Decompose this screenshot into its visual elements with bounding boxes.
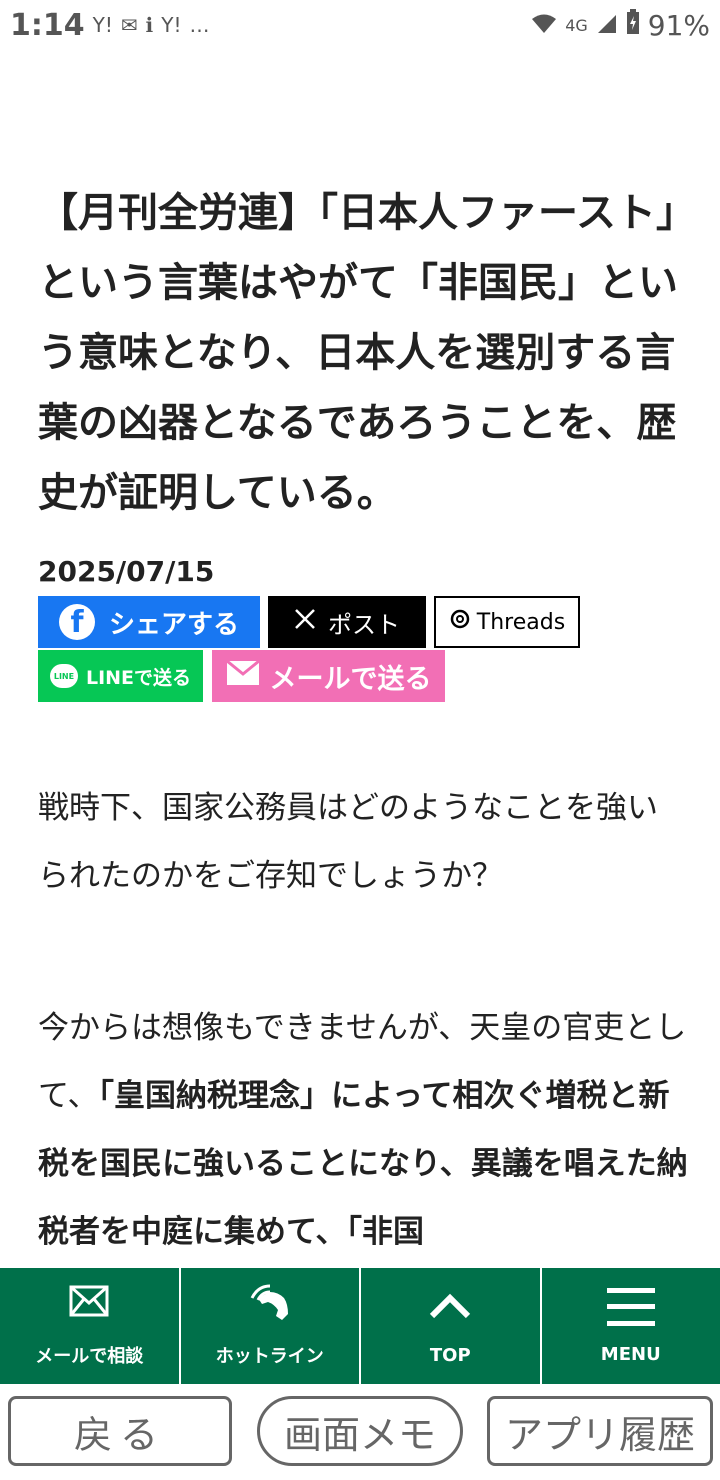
battery-level: 91%	[647, 8, 710, 42]
article-title: 【月刊全労連】「日本人ファースト」という言葉はやがて「非国民」という意味となり、…	[38, 190, 678, 516]
yahoo-icon: Y!	[161, 13, 182, 37]
signal-icon	[596, 9, 618, 42]
article-paragraph-1: 戦時下、国家公務員はどのようなことを強いられたのかをご存知でしょうか？	[38, 790, 658, 894]
line-share-button[interactable]: LINE LINEで送る	[38, 650, 203, 702]
nav-hotline[interactable]: ホットライン	[181, 1268, 361, 1384]
x-icon	[294, 608, 316, 636]
status-bar: 1:14 Y! ✉ ℹ Y! … 4G 91%	[0, 0, 720, 50]
nav-menu-label: MENU	[600, 1343, 661, 1365]
envelope-icon	[225, 659, 260, 693]
nav-top[interactable]: TOP	[361, 1268, 542, 1384]
status-left: 1:14 Y! ✉ ℹ Y! …	[10, 8, 209, 43]
chevron-up-icon	[429, 1287, 471, 1327]
threads-share-button[interactable]: Threads	[434, 596, 580, 648]
article-paragraph-2: 今からは想像もできませんが、天皇の官吏として、「皇国納税理念」によって相次ぐ増税…	[38, 994, 688, 1266]
threads-icon	[449, 608, 471, 636]
bottom-navigation: メールで相談 ホットライン TOP MENU	[0, 1268, 720, 1384]
nav-menu[interactable]: MENU	[542, 1268, 720, 1384]
browser-toolbar: 戻る 画面メモ アプリ履歴	[0, 1386, 720, 1480]
facebook-share-button[interactable]: f シェアする	[38, 596, 260, 648]
threads-label: Threads	[476, 609, 566, 635]
status-right: 4G 91%	[531, 8, 710, 42]
nav-top-label: TOP	[429, 1344, 471, 1366]
facebook-share-label: シェアする	[108, 609, 239, 640]
network-type: 4G	[565, 15, 588, 35]
phone-icon	[248, 1284, 292, 1324]
notification-icons: Y! ✉ ℹ Y! …	[93, 13, 210, 37]
info-icon: ℹ	[145, 13, 154, 37]
x-post-button[interactable]: ポスト	[268, 596, 426, 648]
facebook-icon: f	[58, 604, 95, 640]
paragraph-2-bold-text: 「皇国納税理念」によって相次ぐ増税と新税を国民に強いることになり、異議を唱えた納…	[38, 1078, 688, 1250]
mail-share-label: メールで送る	[269, 663, 432, 695]
more-icon: …	[189, 13, 210, 37]
battery-icon	[626, 8, 640, 42]
menu-icon	[606, 1287, 655, 1326]
back-button[interactable]: 戻る	[8, 1396, 232, 1466]
article-date: 2025/07/15	[38, 555, 215, 588]
mail-share-button[interactable]: メールで送る	[212, 650, 445, 702]
nav-mail-consult[interactable]: メールで相談	[0, 1268, 181, 1384]
yahoo-icon: Y!	[92, 13, 113, 37]
screen-memo-button[interactable]: 画面メモ	[257, 1396, 463, 1466]
status-time: 1:14	[10, 7, 85, 43]
line-share-label: LINEで送る	[85, 666, 192, 689]
envelope-icon	[69, 1284, 109, 1324]
mail-icon: ✉	[120, 13, 138, 37]
line-icon: LINE	[49, 664, 78, 688]
nav-mail-label: メールで相談	[35, 1346, 144, 1367]
x-post-label: ポスト	[328, 610, 400, 639]
nav-hotline-label: ホットライン	[215, 1346, 324, 1367]
wifi-icon	[531, 9, 557, 42]
app-history-button[interactable]: アプリ履歴	[487, 1396, 713, 1466]
